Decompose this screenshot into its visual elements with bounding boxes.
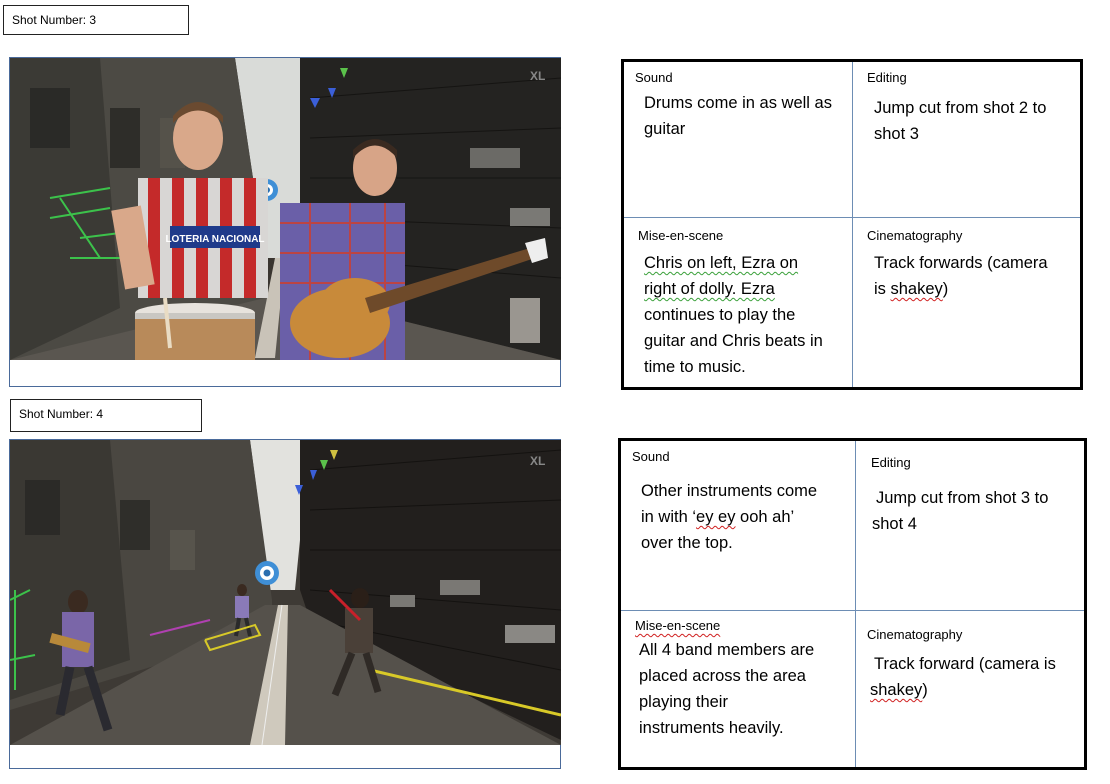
editing-line: shot 3 [874,125,919,143]
shot-4-channel-logo: XL [530,454,545,468]
sound-line: in with ‘ey ey ooh ah’ [641,504,853,530]
mise-line: All 4 band members are [639,641,815,659]
shot-3-editing-title: Editing [867,70,907,85]
sound-line: Drums come in as well as [644,94,832,112]
editing-line: Jump cut from shot 2 to [874,99,1047,117]
shot-3-frame-container: LOTERIA NACIONAL XL [9,57,561,387]
sound-line: Other instruments come [641,482,818,500]
cine-line: is shakey) [874,276,1079,302]
shot-3-mise-cell: Mise-en-scene Chris on left, Ezra on rig… [624,218,852,387]
shot-4-frame-container: XL [9,439,561,769]
shot-4-video-still: XL [10,440,561,745]
cine-line: Track forwards (camera [874,254,1048,272]
shot-3-analysis-grid: Sound Drums come in as well as guitar Ed… [621,59,1083,390]
mise-line-text: Chris on left, Ezra on [644,254,799,272]
jersey-text: LOTERIA NACIONAL [165,234,264,245]
cine-line: shakey) [870,677,1082,703]
cine-misspelled: shakey [870,681,923,699]
shot-3-channel-logo: XL [530,69,545,83]
cine-line: Track forward (camera is [874,655,1056,673]
editing-line: shot 4 [872,515,917,533]
cine-post: ) [922,681,928,699]
mise-line-text: right of dolly. Ezra [644,280,775,298]
mise-line: instruments heavily. [639,719,784,737]
sound-misspelled: ey ey [696,508,736,526]
shot-3-mise-title: Mise-en-scene [638,228,724,243]
shot-3-editing-cell: Editing Jump cut from shot 2 to shot 3 [853,62,1080,217]
shot-3-video-still: LOTERIA NACIONAL XL [10,58,561,360]
shot-4-editing-cell: Editing Jump cut from shot 3 to shot 4 [856,441,1084,610]
shot-4-label: Shot Number: 4 [10,399,202,432]
cine-pre: is [874,280,891,298]
mise-line: guitar and Chris beats in [644,332,823,350]
mise-line: right of dolly. Ezra [644,276,852,302]
shot-3-sound-cell: Sound Drums come in as well as guitar [624,62,852,217]
shot-3-editing-text: Jump cut from shot 2 to shot 3 [874,95,1079,147]
sound-pre: in with ‘ [641,508,697,526]
sound-line: guitar [644,120,686,138]
shot-4-editing-text: Jump cut from shot 3 to shot 4 [872,485,1082,537]
sound-post: ooh ah’ [735,508,795,526]
shot-4-cine-cell: Cinematography Track forward (camera is … [856,611,1084,767]
shot-4-cine-text: Track forward (camera is shakey) [870,651,1082,703]
shot-4-sound-title: Sound [632,449,670,464]
shot-3-label: Shot Number: 3 [3,5,189,35]
shot-4-sound-cell: Sound Other instruments come in with ‘ey… [621,441,855,610]
mise-line: Chris on left, Ezra on [644,250,852,276]
shot-3-sound-text: Drums come in as well as guitar [644,90,849,142]
shot-3-cine-title: Cinematography [867,228,963,243]
shot-4-mise-text: All 4 band members are placed across the… [639,637,853,741]
shot-3-sound-title: Sound [635,70,673,85]
shot-4-mise-cell: Mise-en-scene All 4 band members are pla… [621,611,855,767]
editing-line: Jump cut from shot 3 to [876,489,1049,507]
sound-line: over the top. [641,534,733,552]
mise-line: continues to play the [644,306,796,324]
shot-3-cine-cell: Cinematography Track forwards (camera is… [853,218,1080,387]
shot-3-mise-text: Chris on left, Ezra on right of dolly. E… [644,250,852,380]
shot-3-cine-text: Track forwards (camera is shakey) [874,250,1079,302]
shot-4-cine-title: Cinematography [867,627,963,642]
cine-post: ) [942,280,949,298]
mise-line: placed across the area [639,667,806,685]
shot-4-editing-title: Editing [871,455,911,470]
mise-line: time to music. [644,358,746,376]
cine-misspelled: shakey [890,280,943,298]
shot-4-analysis-grid: Sound Other instruments come in with ‘ey… [618,438,1087,770]
mise-line: playing their [639,693,728,711]
shot-4-mise-title: Mise-en-scene [635,618,721,633]
shot-4-sound-text: Other instruments come in with ‘ey ey oo… [641,478,853,556]
